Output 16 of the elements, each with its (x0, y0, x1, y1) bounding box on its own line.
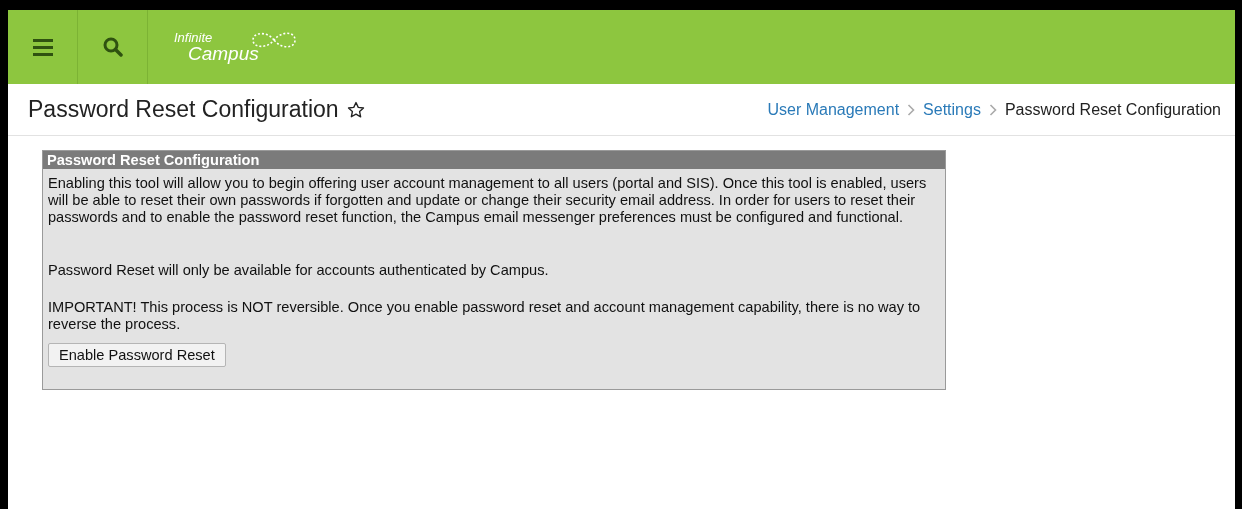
menu-icon (32, 38, 53, 56)
panel-title: Password Reset Configuration (43, 151, 945, 169)
search-icon (102, 37, 123, 57)
logo-text: Campus (188, 44, 259, 63)
info-paragraph: Password Reset will only be available for accounts authenticated by Campus. (48, 262, 550, 279)
chevron-icon (988, 103, 997, 116)
breadcrumb-link[interactable]: Settings (923, 100, 981, 119)
info-paragraph: Enabling this tool will allow you to begin offering user account management to all users (portal and SIS). Once this tool is enabled, users will be able to reset their own passwords if forgotten and update or change their security email address. In order for users to reset their passwords and to enable the password reset function, the Campus email messenger preferences must be configured and functional. (48, 175, 928, 226)
star-icon[interactable] (346, 100, 365, 119)
logo-text: Infinite (174, 31, 214, 44)
chevron-icon (907, 103, 916, 116)
breadcrumb-text: Password Reset Configuration (1004, 100, 1221, 119)
enable-button[interactable]: Enable Password Reset (48, 343, 226, 367)
info-paragraph: IMPORTANT! This process is NOT reversible. Once you enable password reset and account management capability, there is no way to reverse the process. (48, 299, 922, 333)
page-title: Password Reset Configuration (28, 96, 339, 123)
breadcrumb-link[interactable]: User Management (767, 100, 900, 119)
